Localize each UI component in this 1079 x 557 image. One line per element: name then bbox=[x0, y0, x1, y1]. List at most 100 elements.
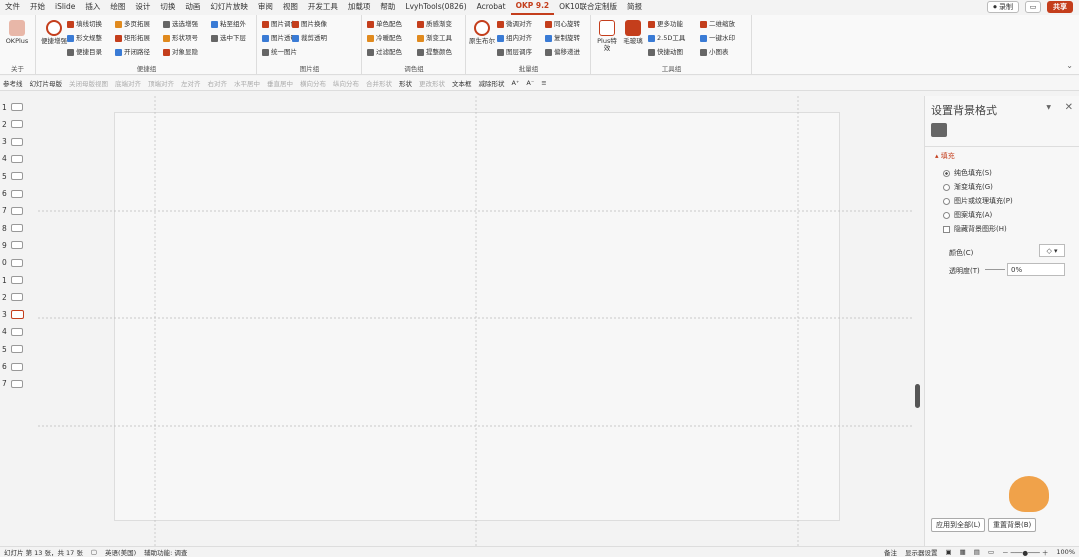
tools-button[interactable]: 更多功能 bbox=[648, 19, 683, 30]
reading-view-icon[interactable]: ▤ bbox=[970, 548, 984, 556]
tools-button[interactable]: 快捷动图 bbox=[648, 47, 683, 58]
sorter-view-icon[interactable]: ▦ bbox=[956, 548, 970, 556]
color-button[interactable]: 冷暖配色 bbox=[367, 33, 402, 44]
slide-thumbnail[interactable]: 5 bbox=[2, 169, 36, 183]
menu-item[interactable]: 简报 bbox=[622, 0, 647, 14]
collapse-ribbon-icon[interactable]: ⌄ bbox=[1066, 61, 1073, 70]
slide-thumbnail[interactable]: 6 bbox=[2, 187, 36, 201]
fill-section-header[interactable]: ▴ 填充 bbox=[935, 151, 955, 161]
batch-button[interactable]: 偏移递进 bbox=[545, 47, 580, 58]
menu-item[interactable]: 幻灯片放映 bbox=[205, 0, 253, 14]
fill-bucket-icon[interactable] bbox=[931, 123, 947, 137]
menu-item[interactable]: 视图 bbox=[278, 0, 303, 14]
normal-view-icon[interactable]: ▣ bbox=[941, 548, 955, 556]
accessibility[interactable]: 辅助功能: 调查 bbox=[140, 547, 191, 557]
vertical-scrollbar[interactable] bbox=[914, 96, 922, 546]
toolbar-item[interactable]: A⁺ bbox=[512, 79, 520, 87]
record-button[interactable]: ⏺ 录制 bbox=[987, 1, 1019, 13]
batch-button[interactable]: 微调对齐 bbox=[497, 19, 532, 30]
slide-thumbnail[interactable]: 8 bbox=[2, 221, 36, 235]
menu-item[interactable]: 动画 bbox=[180, 0, 205, 14]
convenience-button[interactable]: 选选增强 bbox=[163, 19, 198, 30]
color-button[interactable]: 过滤配色 bbox=[367, 47, 402, 58]
boolean-button[interactable]: 原生布尔 bbox=[469, 20, 495, 45]
slide-thumbnail[interactable]: 0 bbox=[2, 256, 36, 270]
language[interactable]: 英语(美国) bbox=[101, 547, 140, 557]
menu-item[interactable]: iSlide bbox=[50, 0, 80, 14]
comment-button[interactable]: ▭ bbox=[1025, 1, 1041, 13]
quick-enhance-button[interactable]: 便捷增强 bbox=[41, 20, 67, 45]
toolbar-item[interactable]: ≡ bbox=[541, 79, 546, 87]
menu-item[interactable]: 插入 bbox=[80, 0, 105, 14]
toolbar-item[interactable]: 减除形状 bbox=[479, 78, 505, 88]
color-button[interactable]: 提整颜色 bbox=[417, 47, 452, 58]
slide-thumbnail[interactable]: 5 bbox=[2, 342, 36, 356]
menu-item[interactable]: OKP 9.2 bbox=[510, 0, 555, 15]
tools-button[interactable]: 二维缩放 bbox=[700, 19, 735, 30]
convenience-button[interactable]: 填线切换 bbox=[67, 19, 102, 30]
picture-button[interactable]: 裁剪透明 bbox=[292, 33, 327, 44]
color-button[interactable]: 单色配色 bbox=[367, 19, 402, 30]
tools-button[interactable]: 2.5D工具 bbox=[648, 33, 685, 44]
menu-item[interactable]: 设计 bbox=[130, 0, 155, 14]
slide-thumbnail[interactable]: 3 bbox=[2, 135, 36, 149]
scroll-thumb[interactable] bbox=[915, 384, 920, 408]
batch-button[interactable]: 复制旋转 bbox=[545, 33, 580, 44]
menu-item[interactable]: 帮助 bbox=[375, 0, 400, 14]
close-icon[interactable]: ✕ bbox=[1065, 102, 1073, 113]
convenience-button[interactable]: 对象显隐 bbox=[163, 47, 198, 58]
color-button[interactable]: 质感渐变 bbox=[417, 19, 452, 30]
tools-button[interactable]: 一键水印 bbox=[700, 33, 735, 44]
slide-thumbnail[interactable]: 7 bbox=[2, 204, 36, 218]
reset-background-button[interactable]: 重置背景(B) bbox=[988, 518, 1037, 532]
fill-option-radio[interactable]: 图案填充(A) bbox=[943, 210, 992, 220]
picture-button[interactable]: 统一图片 bbox=[262, 47, 297, 58]
slide-thumbnail[interactable]: 1 bbox=[2, 273, 36, 287]
menu-item[interactable]: 开发工具 bbox=[303, 0, 343, 14]
menu-item[interactable]: 绘图 bbox=[105, 0, 130, 14]
convenience-button[interactable]: 矩形拓展 bbox=[115, 33, 150, 44]
spell-check-icon[interactable]: ▢ bbox=[87, 548, 101, 556]
menu-item[interactable]: 开始 bbox=[25, 0, 50, 14]
slide-canvas[interactable] bbox=[114, 112, 840, 521]
menu-item[interactable]: 加载项 bbox=[343, 0, 376, 14]
slide-thumbnail[interactable]: 9 bbox=[2, 238, 36, 252]
plus-effects-button[interactable]: Plus特效 bbox=[594, 20, 620, 52]
menu-item[interactable]: 文件 bbox=[0, 0, 25, 14]
menu-item[interactable]: Acrobat bbox=[472, 0, 511, 14]
fill-option-radio[interactable]: 图片或纹理填充(P) bbox=[943, 196, 1013, 206]
batch-button[interactable]: 图层调序 bbox=[497, 47, 532, 58]
frosted-glass-button[interactable]: 毛玻璃 bbox=[620, 20, 646, 45]
share-button[interactable]: 共享 bbox=[1047, 1, 1073, 13]
color-button[interactable]: 渐变工具 bbox=[417, 33, 452, 44]
slide-thumbnail[interactable]: 3 bbox=[2, 308, 36, 322]
picture-button[interactable]: 图片换像 bbox=[292, 19, 327, 30]
slide-thumbnail[interactable]: 1 bbox=[2, 100, 36, 114]
convenience-button[interactable]: 选中下层 bbox=[211, 33, 246, 44]
color-picker-button[interactable]: ◇ ▾ bbox=[1039, 244, 1065, 257]
slide-thumbnail[interactable]: 4 bbox=[2, 325, 36, 339]
notes-button[interactable]: 备注 bbox=[880, 547, 901, 557]
menu-item[interactable]: 切换 bbox=[155, 0, 180, 14]
okplus-button[interactable]: OKPlus bbox=[4, 20, 30, 45]
menu-item[interactable]: LvyhTools(0826) bbox=[400, 0, 471, 14]
toolbar-item[interactable]: 幻灯片母版 bbox=[30, 78, 63, 88]
slide-thumbnail[interactable]: 4 bbox=[2, 152, 36, 166]
toolbar-item[interactable]: 形状 bbox=[399, 78, 412, 88]
convenience-button[interactable]: 便捷目录 bbox=[67, 47, 102, 58]
transparency-slider[interactable] bbox=[985, 269, 1005, 270]
toolbar-item[interactable]: A⁻ bbox=[526, 79, 534, 87]
transparency-input[interactable]: 0% bbox=[1007, 263, 1065, 276]
fill-option-radio[interactable]: 渐变填充(G) bbox=[943, 182, 993, 192]
convenience-button[interactable]: 形文规整 bbox=[67, 33, 102, 44]
apply-all-button[interactable]: 应用到全部(L) bbox=[931, 518, 986, 532]
zoom-slider[interactable]: － ───●─── ＋ bbox=[998, 547, 1052, 557]
slide-thumbnail[interactable]: 2 bbox=[2, 290, 36, 304]
slide-thumbnail[interactable]: 2 bbox=[2, 117, 36, 131]
display-settings-button[interactable]: 显示器设置 bbox=[901, 547, 942, 557]
convenience-button[interactable]: 开闭路径 bbox=[115, 47, 150, 58]
menu-item[interactable]: OK10联合定制版 bbox=[554, 0, 622, 14]
tools-button[interactable]: 小图表 bbox=[700, 47, 729, 58]
slideshow-icon[interactable]: ▭ bbox=[984, 548, 998, 556]
slide-thumbnail[interactable]: 6 bbox=[2, 360, 36, 374]
